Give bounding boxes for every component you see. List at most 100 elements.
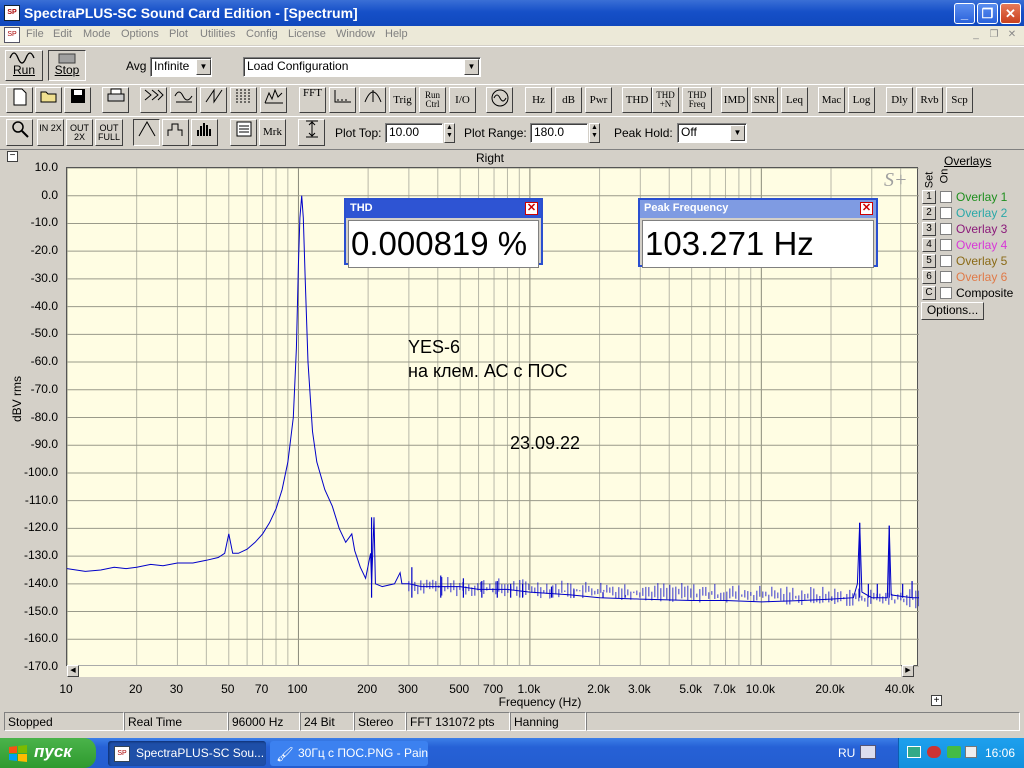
overlay-set-button[interactable]: C — [922, 286, 936, 300]
menu-config[interactable]: Config — [246, 28, 278, 40]
overlay-set-button[interactable]: 3 — [922, 222, 936, 236]
volume-icon[interactable] — [965, 746, 977, 758]
db-button[interactable]: dB — [555, 87, 582, 113]
plot-range-input[interactable]: 180.0 — [530, 123, 588, 143]
thd-n-button[interactable]: THD +N — [652, 87, 679, 113]
menu-plot[interactable]: Plot — [169, 28, 188, 40]
generator-arrows-icon[interactable] — [140, 87, 167, 113]
overlay-set-button[interactable]: 4 — [922, 238, 936, 252]
new-file-icon[interactable] — [6, 87, 33, 113]
overlay-set-button[interactable]: 2 — [922, 206, 936, 220]
peak-frequency-window[interactable]: Peak Frequency ✕ 103.271 Hz — [638, 198, 878, 268]
scroll-left-icon[interactable]: ◀ — [67, 665, 79, 677]
zoom-magnifier-icon[interactable] — [6, 119, 33, 146]
overlay-on-checkbox[interactable] — [940, 207, 952, 219]
thd-freq-button[interactable]: THD Freq — [682, 87, 712, 113]
zoom-out-2x-button[interactable]: OUT 2X — [66, 119, 93, 146]
line-plot-icon[interactable] — [133, 119, 160, 146]
close-button[interactable]: ✕ — [1000, 3, 1021, 24]
bar-plot-icon[interactable] — [191, 119, 218, 146]
open-folder-icon[interactable] — [35, 87, 62, 113]
marker-button[interactable]: Mrk — [259, 119, 286, 146]
menu-help[interactable]: Help — [385, 28, 408, 40]
document-icon[interactable]: SP — [4, 27, 20, 43]
waterfall-3d-icon[interactable] — [260, 87, 287, 113]
collapse-icon[interactable]: − — [7, 151, 18, 162]
trigger-level-icon[interactable] — [359, 87, 386, 113]
horizontal-scrollbar[interactable] — [79, 665, 901, 677]
expand-icon[interactable]: + — [931, 695, 942, 706]
avg-dropdown-icon[interactable]: ▼ — [196, 59, 211, 75]
safe-remove-icon[interactable] — [947, 746, 961, 758]
view-options-icon[interactable] — [230, 119, 257, 146]
hz-button[interactable]: Hz — [525, 87, 552, 113]
close-icon[interactable]: ✕ — [525, 202, 538, 215]
peak-hold-dropdown-icon[interactable]: ▼ — [730, 125, 745, 141]
task-paint[interactable]: 🖌 30Гц с ПОС.PNG - Paint — [270, 741, 428, 766]
menu-options[interactable]: Options — [121, 28, 159, 40]
overlay-on-checkbox[interactable] — [940, 239, 952, 251]
imd-button[interactable]: IMD — [721, 87, 748, 113]
peak-frequency-title-bar[interactable]: Peak Frequency ✕ — [640, 200, 876, 218]
keyboard-icon[interactable] — [860, 745, 876, 759]
thd-meter-title-bar[interactable]: THD ✕ — [346, 200, 541, 218]
mdi-restore-icon[interactable]: ❐ — [987, 29, 1001, 42]
run-ctrl-button[interactable]: Run Ctrl — [419, 87, 446, 113]
overlay-on-checkbox[interactable] — [940, 223, 952, 235]
spectraplus-icon[interactable]: SP — [4, 5, 20, 21]
menu-mode[interactable]: Mode — [83, 28, 111, 40]
thd-meter-window[interactable]: THD ✕ 0.000819 % — [344, 198, 543, 268]
fft-button[interactable]: FFT — [299, 87, 326, 113]
print-icon[interactable] — [102, 87, 129, 113]
network-icon[interactable] — [907, 746, 921, 758]
zoom-in-2x-button[interactable]: IN 2X — [37, 119, 64, 146]
stop-button[interactable]: Stop — [48, 50, 86, 81]
close-icon[interactable]: ✕ — [860, 202, 873, 215]
overlay-on-checkbox[interactable] — [940, 191, 952, 203]
overlay-on-checkbox[interactable] — [940, 271, 952, 283]
mdi-close-icon[interactable]: ✕ — [1005, 29, 1019, 42]
freq-response-icon[interactable] — [329, 87, 356, 113]
task-spectraplus[interactable]: SP SpectraPLUS-SC Sou... — [108, 741, 266, 766]
overlay-set-button[interactable]: 6 — [922, 270, 936, 284]
plot-top-input[interactable]: 10.00 — [385, 123, 443, 143]
rvb-button[interactable]: Rvb — [916, 87, 943, 113]
overlay-set-button[interactable]: 5 — [922, 254, 936, 268]
menu-window[interactable]: Window — [336, 28, 375, 40]
overlay-on-checkbox[interactable] — [940, 255, 952, 267]
step-plot-icon[interactable] — [162, 119, 189, 146]
waveform-scope-icon[interactable] — [170, 87, 197, 113]
menu-edit[interactable]: Edit — [53, 28, 72, 40]
snr-button[interactable]: SNR — [751, 87, 778, 113]
io-button[interactable]: I/O — [449, 87, 476, 113]
plot-range-spinner[interactable]: ▲ ▼ — [589, 123, 600, 143]
mac-button[interactable]: Mac — [818, 87, 845, 113]
menu-license[interactable]: License — [288, 28, 326, 40]
save-disk-icon[interactable] — [64, 87, 91, 113]
configuration-dropdown-icon[interactable]: ▼ — [464, 59, 479, 75]
start-button[interactable]: пуск — [0, 738, 96, 768]
mdi-minimize-icon[interactable]: _ — [969, 29, 983, 42]
overlay-set-button[interactable]: 1 — [922, 190, 936, 204]
menu-utilities[interactable]: Utilities — [200, 28, 235, 40]
antivirus-icon[interactable] — [927, 746, 941, 758]
zoom-out-full-button[interactable]: OUT FULL — [95, 119, 123, 146]
overlay-on-checkbox[interactable] — [940, 287, 952, 299]
vertical-scale-icon[interactable] — [298, 119, 325, 146]
menu-file[interactable]: File — [26, 28, 44, 40]
log-button[interactable]: Log — [848, 87, 875, 113]
pwr-button[interactable]: Pwr — [585, 87, 612, 113]
trig-button[interactable]: Trig — [389, 87, 416, 113]
scp-button[interactable]: Scp — [946, 87, 973, 113]
sawtooth-icon[interactable] — [200, 87, 227, 113]
configuration-select[interactable]: Load Configuration — [243, 57, 481, 77]
minimize-button[interactable]: _ — [954, 3, 975, 24]
scroll-right-icon[interactable]: ▶ — [902, 665, 914, 677]
sine-circle-icon[interactable] — [486, 87, 513, 113]
restore-button[interactable]: ❐ — [977, 3, 998, 24]
spectrogram-icon[interactable] — [230, 87, 257, 113]
language-indicator[interactable]: RU — [838, 746, 855, 760]
dly-button[interactable]: Dly — [886, 87, 913, 113]
overlay-options-button[interactable]: Options... — [921, 302, 984, 320]
plot-top-spinner[interactable]: ▲ ▼ — [444, 123, 455, 143]
